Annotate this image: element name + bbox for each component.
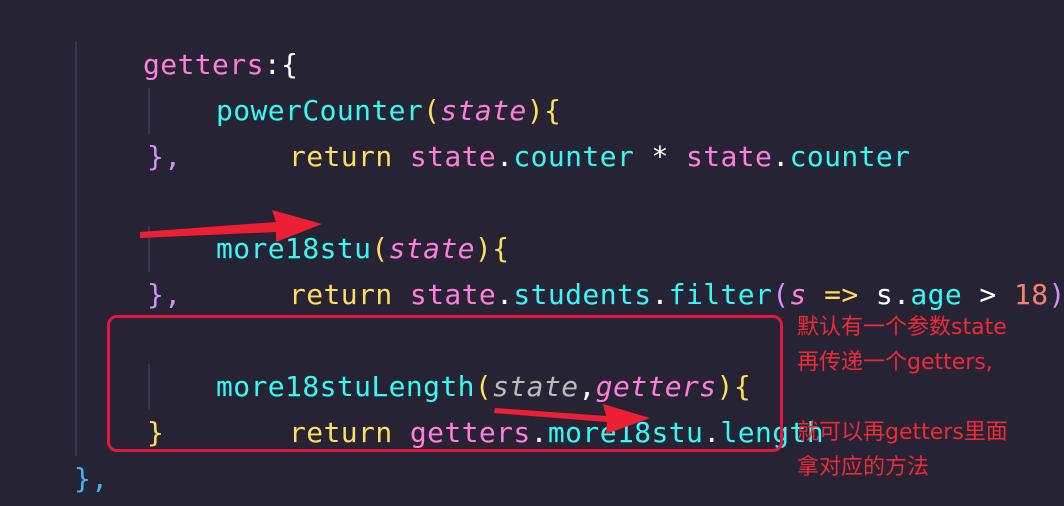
annotation-line-1: 默认有一个参数state — [797, 315, 1007, 340]
operator: > — [962, 278, 1014, 311]
return-keyword: return — [289, 278, 393, 311]
code-line-2: powerCounter(state){ — [147, 42, 561, 127]
property: students — [513, 278, 652, 311]
paren-open: ( — [772, 278, 790, 311]
property: age — [910, 278, 963, 311]
dot: . — [772, 140, 790, 173]
code-line-3: return state.counter * state.counter — [220, 88, 910, 173]
dot: . — [651, 278, 669, 311]
dot: . — [496, 140, 514, 173]
code-line-11: }, — [74, 462, 109, 495]
identifier: state — [409, 140, 497, 173]
arrow-operator: => — [806, 278, 876, 311]
dot: . — [893, 278, 911, 311]
return-keyword: return — [289, 140, 393, 173]
identifier: s — [875, 278, 894, 311]
number: 18 — [1013, 278, 1049, 311]
method: filter — [668, 278, 773, 311]
dot: . — [496, 278, 514, 311]
property: counter — [513, 140, 635, 173]
paren-close: ) — [1048, 278, 1064, 311]
annotation-line-2: 再传递一个getters, — [797, 350, 993, 375]
annotation-line-4: 拿对应的方法 — [797, 455, 930, 480]
code-line-1: getters:{ — [74, 0, 298, 81]
highlight-box — [107, 315, 783, 452]
code-line-5: more18stu(state){ — [147, 180, 509, 265]
code-line-6: return state.students.filter(s => s.age … — [220, 226, 1064, 311]
param-s: s — [789, 278, 807, 311]
identifier: state — [409, 278, 497, 311]
annotation-line-3: 就可以再getters里面 — [797, 420, 1008, 445]
code-line-4: }, — [147, 140, 182, 173]
identifier: state — [686, 140, 773, 173]
operator: * — [634, 140, 686, 173]
property: counter — [789, 140, 911, 173]
code-line-7: }, — [147, 278, 182, 311]
